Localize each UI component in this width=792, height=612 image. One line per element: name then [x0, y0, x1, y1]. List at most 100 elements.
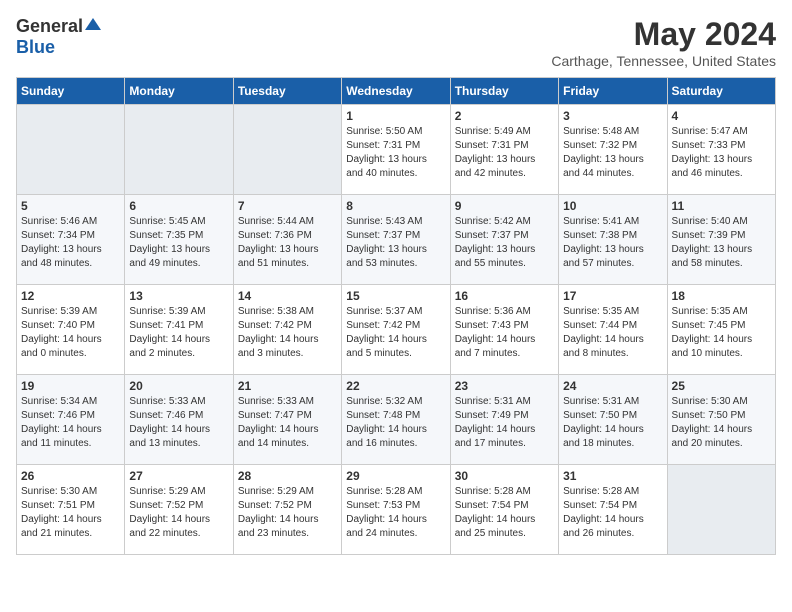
- calendar-cell: [233, 105, 341, 195]
- calendar-cell: [17, 105, 125, 195]
- calendar-cell: 19 Sunrise: 5:34 AMSunset: 7:46 PMDayligh…: [17, 375, 125, 465]
- day-number: 8: [346, 199, 445, 213]
- calendar-cell: 12 Sunrise: 5:39 AMSunset: 7:40 PMDayligh…: [17, 285, 125, 375]
- day-info: Sunrise: 5:33 AMSunset: 7:47 PMDaylight:…: [238, 395, 337, 451]
- logo-general-text: General: [16, 16, 83, 37]
- day-info: Sunrise: 5:35 AMSunset: 7:45 PMDaylight:…: [672, 305, 771, 361]
- day-number: 21: [238, 379, 337, 393]
- day-info: Sunrise: 5:31 AMSunset: 7:49 PMDaylight:…: [455, 395, 554, 451]
- day-info: Sunrise: 5:39 AMSunset: 7:41 PMDaylight:…: [129, 305, 228, 361]
- day-info: Sunrise: 5:39 AMSunset: 7:40 PMDaylight:…: [21, 305, 120, 361]
- day-number: 19: [21, 379, 120, 393]
- day-info: Sunrise: 5:36 AMSunset: 7:43 PMDaylight:…: [455, 305, 554, 361]
- day-header-wednesday: Wednesday: [342, 78, 450, 105]
- day-info: Sunrise: 5:48 AMSunset: 7:32 PMDaylight:…: [563, 125, 662, 181]
- calendar-cell: 18 Sunrise: 5:35 AMSunset: 7:45 PMDayligh…: [667, 285, 775, 375]
- calendar-cell: 16 Sunrise: 5:36 AMSunset: 7:43 PMDayligh…: [450, 285, 558, 375]
- calendar-cell: 9 Sunrise: 5:42 AMSunset: 7:37 PMDaylight…: [450, 195, 558, 285]
- calendar-cell: 25Sunrise: 5:30 AMSunset: 7:50 PMDayligh…: [667, 375, 775, 465]
- day-number: 15: [346, 289, 445, 303]
- day-number: 17: [563, 289, 662, 303]
- calendar-cell: 4 Sunrise: 5:47 AMSunset: 7:33 PMDaylight…: [667, 105, 775, 195]
- calendar-cell: 27 Sunrise: 5:29 AMSunset: 7:52 PMDayligh…: [125, 465, 233, 555]
- calendar-week-4: 19 Sunrise: 5:34 AMSunset: 7:46 PMDayligh…: [17, 375, 776, 465]
- day-info: Sunrise: 5:41 AMSunset: 7:38 PMDaylight:…: [563, 215, 662, 271]
- day-number: 22: [346, 379, 445, 393]
- day-number: 26: [21, 469, 120, 483]
- day-number: 10: [563, 199, 662, 213]
- logo-icon: [85, 16, 101, 32]
- calendar-cell: 31Sunrise: 5:28 AMSunset: 7:54 PMDayligh…: [559, 465, 667, 555]
- calendar-cell: 1 Sunrise: 5:50 AMSunset: 7:31 PMDaylight…: [342, 105, 450, 195]
- calendar-cell: 23Sunrise: 5:31 AMSunset: 7:49 PMDayligh…: [450, 375, 558, 465]
- day-info: Sunrise: 5:47 AMSunset: 7:33 PMDaylight:…: [672, 125, 771, 181]
- day-number: 29: [346, 469, 445, 483]
- day-number: 13: [129, 289, 228, 303]
- day-number: 20: [129, 379, 228, 393]
- calendar-header-row: SundayMondayTuesdayWednesdayThursdayFrid…: [17, 78, 776, 105]
- calendar-cell: 22Sunrise: 5:32 AMSunset: 7:48 PMDayligh…: [342, 375, 450, 465]
- day-number: 7: [238, 199, 337, 213]
- calendar-cell: 28 Sunrise: 5:29 AMSunset: 7:52 PMDayligh…: [233, 465, 341, 555]
- day-number: 14: [238, 289, 337, 303]
- day-info: Sunrise: 5:50 AMSunset: 7:31 PMDaylight:…: [346, 125, 445, 181]
- day-header-friday: Friday: [559, 78, 667, 105]
- day-info: Sunrise: 5:34 AMSunset: 7:46 PMDaylight:…: [21, 395, 120, 451]
- day-info: Sunrise: 5:29 AMSunset: 7:52 PMDaylight:…: [238, 485, 337, 541]
- day-info: Sunrise: 5:29 AMSunset: 7:52 PMDaylight:…: [129, 485, 228, 541]
- day-number: 9: [455, 199, 554, 213]
- calendar-cell: 21 Sunrise: 5:33 AMSunset: 7:47 PMDayligh…: [233, 375, 341, 465]
- day-info: Sunrise: 5:33 AMSunset: 7:46 PMDaylight:…: [129, 395, 228, 451]
- day-info: Sunrise: 5:42 AMSunset: 7:37 PMDaylight:…: [455, 215, 554, 271]
- day-number: 16: [455, 289, 554, 303]
- day-info: Sunrise: 5:31 AMSunset: 7:50 PMDaylight:…: [563, 395, 662, 451]
- day-number: 2: [455, 109, 554, 123]
- calendar-cell: 8 Sunrise: 5:43 AMSunset: 7:37 PMDaylight…: [342, 195, 450, 285]
- day-info: Sunrise: 5:43 AMSunset: 7:37 PMDaylight:…: [346, 215, 445, 271]
- calendar-cell: 5 Sunrise: 5:46 AMSunset: 7:34 PMDaylight…: [17, 195, 125, 285]
- calendar-cell: 7Sunrise: 5:44 AMSunset: 7:36 PMDaylight…: [233, 195, 341, 285]
- day-info: Sunrise: 5:35 AMSunset: 7:44 PMDaylight:…: [563, 305, 662, 361]
- day-number: 25: [672, 379, 771, 393]
- day-info: Sunrise: 5:49 AMSunset: 7:31 PMDaylight:…: [455, 125, 554, 181]
- day-info: Sunrise: 5:45 AMSunset: 7:35 PMDaylight:…: [129, 215, 228, 271]
- calendar-cell: 26 Sunrise: 5:30 AMSunset: 7:51 PMDayligh…: [17, 465, 125, 555]
- day-number: 30: [455, 469, 554, 483]
- calendar-cell: 20 Sunrise: 5:33 AMSunset: 7:46 PMDayligh…: [125, 375, 233, 465]
- day-number: 4: [672, 109, 771, 123]
- calendar-cell: 17 Sunrise: 5:35 AMSunset: 7:44 PMDayligh…: [559, 285, 667, 375]
- day-number: 18: [672, 289, 771, 303]
- calendar-cell: [125, 105, 233, 195]
- day-number: 12: [21, 289, 120, 303]
- calendar-cell: 30Sunrise: 5:28 AMSunset: 7:54 PMDayligh…: [450, 465, 558, 555]
- day-number: 1: [346, 109, 445, 123]
- day-info: Sunrise: 5:28 AMSunset: 7:53 PMDaylight:…: [346, 485, 445, 541]
- day-info: Sunrise: 5:30 AMSunset: 7:51 PMDaylight:…: [21, 485, 120, 541]
- calendar-cell: 3 Sunrise: 5:48 AMSunset: 7:32 PMDaylight…: [559, 105, 667, 195]
- day-number: 3: [563, 109, 662, 123]
- calendar-week-5: 26 Sunrise: 5:30 AMSunset: 7:51 PMDayligh…: [17, 465, 776, 555]
- day-info: Sunrise: 5:46 AMSunset: 7:34 PMDaylight:…: [21, 215, 120, 271]
- calendar-cell: 10 Sunrise: 5:41 AMSunset: 7:38 PMDayligh…: [559, 195, 667, 285]
- day-info: Sunrise: 5:40 AMSunset: 7:39 PMDaylight:…: [672, 215, 771, 271]
- day-info: Sunrise: 5:37 AMSunset: 7:42 PMDaylight:…: [346, 305, 445, 361]
- day-header-sunday: Sunday: [17, 78, 125, 105]
- location-title: Carthage, Tennessee, United States: [551, 53, 776, 69]
- day-header-saturday: Saturday: [667, 78, 775, 105]
- calendar-cell: 24Sunrise: 5:31 AMSunset: 7:50 PMDayligh…: [559, 375, 667, 465]
- calendar-cell: 11Sunrise: 5:40 AMSunset: 7:39 PMDayligh…: [667, 195, 775, 285]
- day-info: Sunrise: 5:38 AMSunset: 7:42 PMDaylight:…: [238, 305, 337, 361]
- calendar-cell: 15 Sunrise: 5:37 AMSunset: 7:42 PMDayligh…: [342, 285, 450, 375]
- day-number: 5: [21, 199, 120, 213]
- logo: General Blue: [16, 16, 101, 58]
- calendar-table: SundayMondayTuesdayWednesdayThursdayFrid…: [16, 77, 776, 555]
- calendar-week-3: 12 Sunrise: 5:39 AMSunset: 7:40 PMDayligh…: [17, 285, 776, 375]
- day-header-thursday: Thursday: [450, 78, 558, 105]
- calendar-cell: 14 Sunrise: 5:38 AMSunset: 7:42 PMDayligh…: [233, 285, 341, 375]
- calendar-cell: 2 Sunrise: 5:49 AMSunset: 7:31 PMDaylight…: [450, 105, 558, 195]
- calendar-week-1: 1 Sunrise: 5:50 AMSunset: 7:31 PMDaylight…: [17, 105, 776, 195]
- calendar-cell: 6Sunrise: 5:45 AMSunset: 7:35 PMDaylight…: [125, 195, 233, 285]
- calendar-week-2: 5 Sunrise: 5:46 AMSunset: 7:34 PMDaylight…: [17, 195, 776, 285]
- day-number: 28: [238, 469, 337, 483]
- day-number: 27: [129, 469, 228, 483]
